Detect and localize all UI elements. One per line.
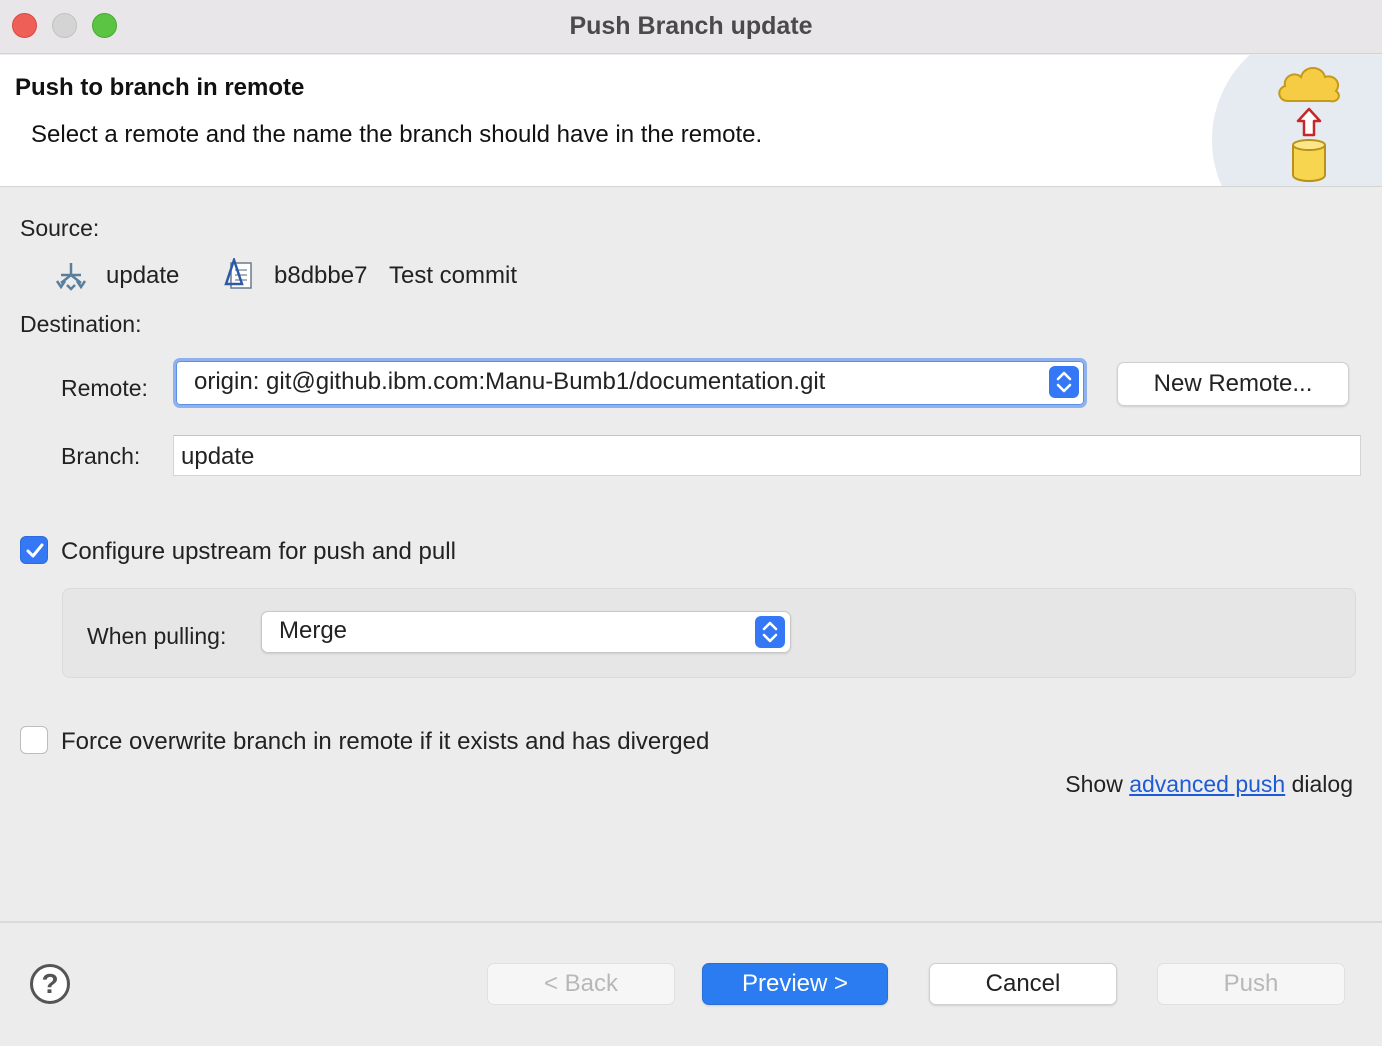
header-description: Select a remote and the name the branch … xyxy=(31,121,763,148)
upstream-options-group: When pulling: Merge xyxy=(62,588,1356,678)
branch-name-input[interactable]: update xyxy=(173,435,1361,476)
source-commit-message: Test commit xyxy=(389,262,518,289)
chevron-updown-icon xyxy=(755,616,785,648)
chevron-updown-icon xyxy=(1049,366,1079,398)
footer-separator xyxy=(0,921,1382,923)
advanced-push-prefix: Show xyxy=(1065,771,1123,797)
branch-icon xyxy=(54,261,88,296)
source-branch-name: update xyxy=(106,262,180,289)
push-button[interactable]: Push xyxy=(1157,963,1345,1005)
help-icon[interactable]: ? xyxy=(30,964,70,1004)
window-title: Push Branch update xyxy=(569,12,813,40)
advanced-push-line: Show advanced push dialog xyxy=(1065,771,1353,798)
source-commit-id: b8dbbe7 xyxy=(274,262,368,289)
remote-select-value: origin: git@github.ibm.com:Manu-Bumb1/do… xyxy=(194,368,826,395)
advanced-push-link[interactable]: advanced push xyxy=(1129,771,1285,797)
remote-label: Remote: xyxy=(61,375,148,401)
configure-upstream-checkbox[interactable] xyxy=(20,536,48,564)
dialog-header: Push to branch in remote Select a remote… xyxy=(0,55,1382,187)
checkmark-icon xyxy=(26,543,44,558)
preview-button[interactable]: Preview > xyxy=(702,963,888,1005)
back-button[interactable]: < Back xyxy=(487,963,675,1005)
branch-name-input-value: update xyxy=(181,443,255,470)
remote-select[interactable]: origin: git@github.ibm.com:Manu-Bumb1/do… xyxy=(173,358,1087,408)
destination-label: Destination: xyxy=(20,311,142,337)
branch-label: Branch: xyxy=(61,443,141,469)
push-branch-dialog: Push Branch update Push to branch in rem… xyxy=(0,0,1382,1046)
when-pulling-label: When pulling: xyxy=(87,623,227,649)
push-to-cloud-icon xyxy=(1274,57,1344,186)
title-bar: Push Branch update xyxy=(0,0,1382,54)
header-title: Push to branch in remote xyxy=(15,74,305,101)
force-overwrite-label[interactable]: Force overwrite branch in remote if it e… xyxy=(61,728,709,756)
force-overwrite-checkbox[interactable] xyxy=(20,726,48,754)
new-remote-button[interactable]: New Remote... xyxy=(1117,362,1349,406)
advanced-push-suffix: dialog xyxy=(1291,771,1353,797)
when-pulling-value: Merge xyxy=(279,617,348,644)
when-pulling-select[interactable]: Merge xyxy=(261,611,791,653)
source-label: Source: xyxy=(20,215,100,241)
configure-upstream-label[interactable]: Configure upstream for push and pull xyxy=(61,538,456,566)
commit-icon xyxy=(224,256,254,295)
cancel-button[interactable]: Cancel xyxy=(929,963,1117,1005)
